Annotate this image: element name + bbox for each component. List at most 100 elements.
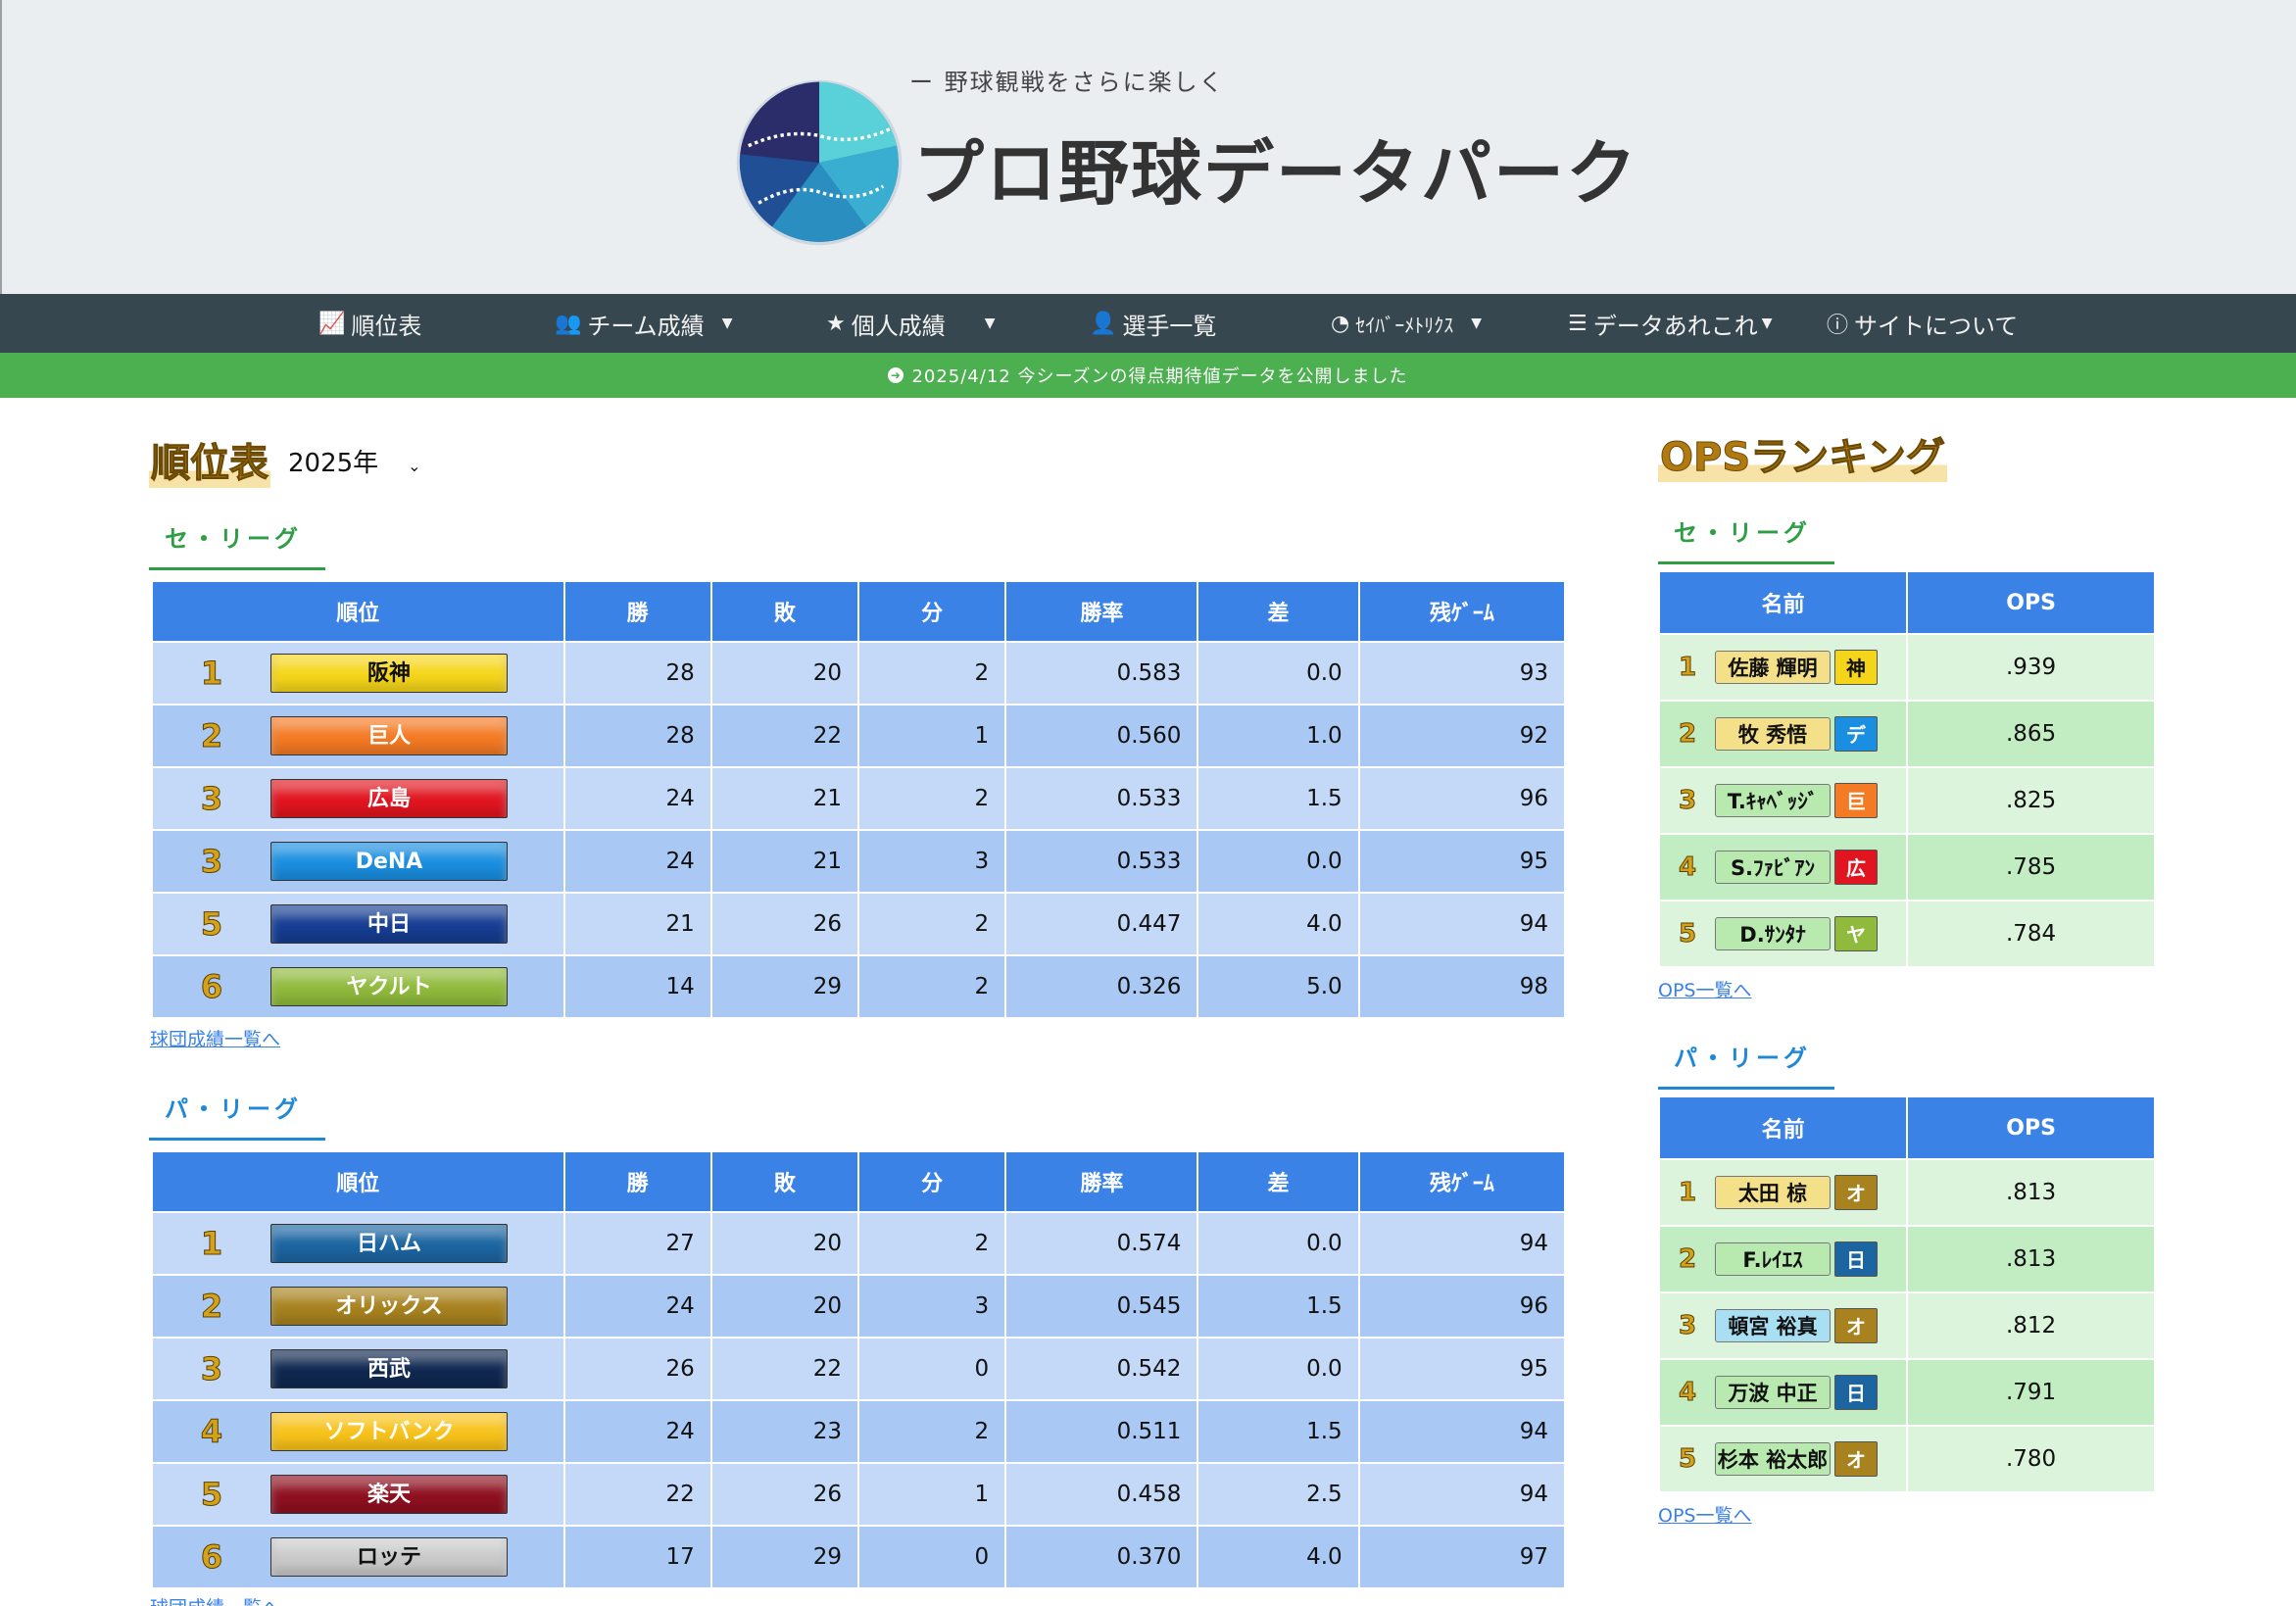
col-rank[interactable]: 順位 — [153, 582, 563, 641]
team-stats-link[interactable]: 球団成績一覧へ — [150, 1025, 280, 1051]
team-badge[interactable]: 阪神 — [270, 654, 508, 693]
player-badge[interactable]: T.ｷｬﾍﾞｯｼﾞ — [1715, 784, 1831, 817]
team-badge[interactable]: ロッテ — [270, 1537, 508, 1577]
ops-list-link-pacific[interactable]: OPS一覧へ — [1658, 1501, 1751, 1528]
team-badge[interactable]: 日ハム — [270, 1224, 508, 1263]
cell-pct: 0.326 — [1006, 956, 1197, 1017]
cell-w: 24 — [564, 831, 710, 892]
cell-l: 29 — [711, 956, 857, 1017]
player-badge[interactable]: F.ﾚｲｴｽ — [1715, 1242, 1831, 1276]
team-badge[interactable]: 巨人 — [270, 716, 508, 755]
rank-cell: 3 広島 — [153, 768, 563, 829]
notice-bar[interactable]: ➜ 2025/4/12 今シーズンの得点期待値データを公開しました — [0, 353, 2296, 398]
central-standings-table: 順位 勝 敗 分 勝率 差 残ｹﾞｰﾑ 1 阪神 28 20 2 0.583 0.0 93 2 巨… — [151, 580, 1566, 1019]
rank-number: 2 — [200, 1288, 223, 1326]
team-badge[interactable]: ソフトバンク — [270, 1412, 508, 1451]
team-mini-badge: オ — [1834, 1308, 1878, 1343]
nav-item-players[interactable]: 👤 選手一覧 — [1090, 294, 1216, 353]
nav-item-standings[interactable]: 📈 順位表 — [318, 294, 421, 353]
player-badge[interactable]: D.ｻﾝﾀﾅ — [1715, 917, 1831, 950]
cell-rem: 96 — [1359, 768, 1564, 829]
col-wins[interactable]: 勝 — [564, 1152, 710, 1211]
nav-item-player-stats[interactable]: ★ 個人成績 ▼ — [826, 294, 996, 353]
database-icon: ☰ — [1568, 311, 1588, 336]
team-mini-badge: ヤ — [1834, 916, 1878, 951]
nav-item-about[interactable]: ⓘ サイトについて — [1827, 294, 2018, 353]
player-badge[interactable]: S.ﾌｧﾋﾞｱﾝ — [1715, 851, 1831, 884]
rank-cell: 3 DeNA — [153, 831, 563, 892]
site-header: ー 野球観戦をさらに楽しく プロ野球データパーク — [0, 0, 2296, 294]
col-losses[interactable]: 敗 — [711, 1152, 857, 1211]
player-badge[interactable]: 万波 中正 — [1715, 1376, 1831, 1409]
cell-pct: 0.533 — [1006, 831, 1197, 892]
col-name: 名前 — [1660, 572, 1907, 633]
team-badge[interactable]: 西武 — [270, 1349, 508, 1388]
col-win-pct[interactable]: 勝率 — [1006, 582, 1197, 641]
team-stats-link-pacific[interactable]: 球団成績一覧へ — [150, 1593, 280, 1606]
player-badge[interactable]: 杉本 裕太郎 — [1715, 1442, 1831, 1476]
col-remaining[interactable]: 残ｹﾞｰﾑ — [1359, 582, 1564, 641]
site-title[interactable]: プロ野球データパーク — [913, 116, 1638, 219]
player-badge[interactable]: 太田 椋 — [1715, 1176, 1831, 1209]
rank-cell: 4 ソフトバンク — [153, 1401, 563, 1462]
team-badge[interactable]: 広島 — [270, 779, 508, 818]
arrow-circle-right-icon: ➜ — [888, 367, 904, 383]
cell-rem: 95 — [1359, 831, 1564, 892]
player-badge[interactable]: 牧 秀悟 — [1715, 717, 1831, 751]
rank-cell: 2 巨人 — [153, 706, 563, 766]
player-badge[interactable]: 佐藤 輝明 — [1715, 651, 1831, 684]
table-row: 2 オリックス 24 20 3 0.545 1.5 96 — [153, 1276, 1564, 1337]
cell-pct: 0.542 — [1006, 1338, 1197, 1399]
rank-number: 1 — [1678, 1178, 1697, 1208]
col-games-behind[interactable]: 差 — [1198, 1152, 1358, 1211]
rank-number: 3 — [200, 843, 223, 881]
table-header-row: 名前 OPS — [1660, 572, 2154, 633]
caret-down-icon: ▼ — [1471, 316, 1482, 331]
baseball-logo-icon[interactable] — [735, 78, 904, 247]
col-rank[interactable]: 順位 — [153, 1152, 563, 1211]
ops-value: .784 — [1908, 901, 2154, 966]
table-row: 1 佐藤 輝明神 .939 — [1660, 635, 2154, 700]
nav-item-team-stats[interactable]: 👥 チーム成績 ▼ — [555, 294, 732, 353]
rank-number: 5 — [1678, 1444, 1697, 1475]
cell-gb: 1.5 — [1198, 1401, 1358, 1462]
player-badge[interactable]: 頓宮 裕真 — [1715, 1309, 1831, 1342]
year-select[interactable]: 2025年 ⌄ — [288, 443, 421, 479]
col-remaining[interactable]: 残ｹﾞｰﾑ — [1359, 1152, 1564, 1211]
cell-l: 20 — [711, 1276, 857, 1337]
cell-rem: 94 — [1359, 1213, 1564, 1274]
team-badge[interactable]: DeNA — [270, 842, 508, 881]
ops-list-link[interactable]: OPS一覧へ — [1658, 976, 1751, 1002]
col-games-behind[interactable]: 差 — [1198, 582, 1358, 641]
cell-d: 2 — [858, 643, 1005, 704]
team-badge[interactable]: ヤクルト — [270, 967, 508, 1006]
team-badge[interactable]: オリックス — [270, 1287, 508, 1326]
nav-item-sabermetrics[interactable]: ◔ ｾｲﾊﾞｰﾒﾄﾘｸｽ ▼ — [1331, 294, 1482, 353]
col-name: 名前 — [1660, 1097, 1907, 1158]
player-cell: 5 D.ｻﾝﾀﾅヤ — [1660, 901, 1907, 966]
col-losses[interactable]: 敗 — [711, 582, 857, 641]
nav-item-data-misc[interactable]: ☰ データあれこれ ▼ — [1568, 294, 1773, 353]
table-header-row: 順位 勝 敗 分 勝率 差 残ｹﾞｰﾑ — [153, 1152, 1564, 1211]
table-row: 5 D.ｻﾝﾀﾅヤ .784 — [1660, 901, 2154, 966]
nav-label: データあれこれ — [1592, 312, 1758, 340]
ops-value: .825 — [1908, 768, 2154, 833]
col-draws[interactable]: 分 — [858, 582, 1005, 641]
cell-w: 27 — [564, 1213, 710, 1274]
cell-gb: 4.0 — [1198, 1527, 1358, 1587]
col-win-pct[interactable]: 勝率 — [1006, 1152, 1197, 1211]
col-draws[interactable]: 分 — [858, 1152, 1005, 1211]
cell-d: 2 — [858, 1401, 1005, 1462]
team-badge[interactable]: 楽天 — [270, 1475, 508, 1514]
cell-w: 22 — [564, 1464, 710, 1525]
team-badge[interactable]: 中日 — [270, 904, 508, 944]
rank-number: 3 — [1678, 786, 1697, 816]
cell-rem: 98 — [1359, 956, 1564, 1017]
ops-pacific-table: 名前 OPS 1 太田 椋オ .813 2 F.ﾚｲｴｽ日 .813 3 頓宮 裕真オ .812… — [1658, 1095, 2156, 1493]
table-row: 3 頓宮 裕真オ .812 — [1660, 1293, 2154, 1358]
cell-w: 21 — [564, 894, 710, 954]
rank-number: 5 — [200, 905, 223, 944]
col-wins[interactable]: 勝 — [564, 582, 710, 641]
rank-number: 2 — [200, 717, 223, 755]
cell-gb: 1.5 — [1198, 768, 1358, 829]
